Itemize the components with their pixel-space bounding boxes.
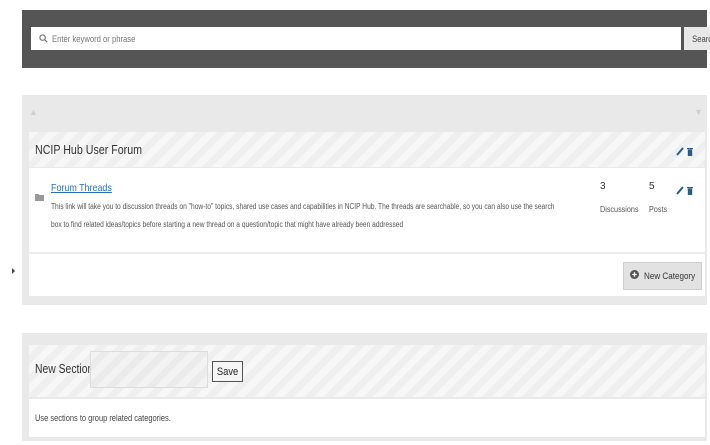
category-title-link[interactable]: Forum Threads — [51, 182, 112, 194]
posts-count: 5 — [649, 181, 655, 192]
new-section-help-row: Use sections to group related categories… — [29, 399, 705, 437]
new-section-help-text: Use sections to group related categories… — [35, 413, 171, 423]
trash-icon[interactable] — [687, 182, 693, 200]
search-bar: Search — [22, 10, 710, 68]
search-input[interactable] — [52, 28, 562, 49]
new-section-label: New Section — [35, 362, 94, 376]
arrow-up-icon[interactable]: ▲ — [29, 107, 38, 117]
save-button-label: Save — [216, 365, 239, 378]
search-icon — [36, 32, 50, 46]
search-button[interactable]: Search — [684, 27, 710, 50]
search-field-wrapper — [31, 27, 681, 50]
category-row: Forum Threads This link will take you to… — [29, 168, 705, 252]
new-category-label: New Category — [644, 270, 696, 282]
trash-icon[interactable] — [687, 143, 693, 161]
search-button-label: Search — [692, 33, 710, 44]
section-header: NCIP Hub User Forum — [29, 132, 705, 167]
folder-icon — [35, 188, 44, 206]
new-section-form: New Section Save — [29, 345, 705, 397]
save-button[interactable]: Save — [212, 361, 243, 382]
pencil-icon[interactable] — [676, 182, 684, 200]
caret-right-icon — [12, 268, 15, 274]
pencil-icon[interactable] — [676, 143, 684, 161]
category-description: This link will take you to discussion th… — [51, 202, 555, 229]
arrow-down-icon[interactable]: ▼ — [694, 107, 703, 117]
category-footer: New Category — [29, 253, 705, 296]
plus-circle-icon — [630, 270, 639, 282]
section-title: NCIP Hub User Forum — [35, 142, 143, 157]
discussions-label: Discussions — [600, 204, 639, 214]
discussions-count: 3 — [600, 181, 606, 192]
new-category-button[interactable]: New Category — [623, 262, 702, 290]
posts-label: Posts — [649, 204, 668, 214]
new-section-input[interactable] — [90, 351, 208, 388]
